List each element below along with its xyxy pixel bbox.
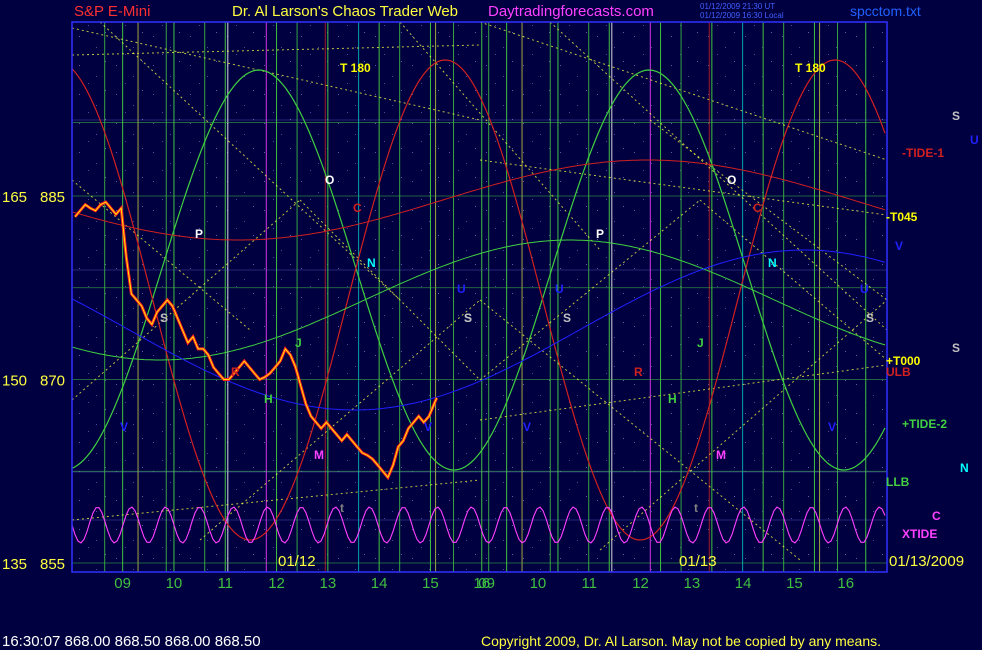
right-label: V — [895, 239, 903, 253]
marker-label: S — [464, 311, 472, 325]
right-labels: SU-TIDE-1-T045VS+T000ULB+TIDE-2NLLBCXTID… — [886, 109, 979, 541]
right-label: -T045 — [886, 210, 918, 224]
marker-label: R — [231, 365, 240, 379]
chart-title: S&P E-Mini — [74, 3, 150, 20]
x-tick: 14 — [371, 575, 388, 592]
right-label: C — [932, 509, 941, 523]
marker-label: S — [160, 311, 168, 325]
marker-label: H — [668, 392, 677, 406]
date-label: 01/13/2009 — [889, 553, 964, 570]
x-tick: 14 — [735, 575, 752, 592]
site-title: Daytradingforecasts.com — [488, 3, 654, 20]
y-label-right: 855 — [40, 556, 65, 573]
right-label: -TIDE-1 — [902, 146, 944, 160]
x-tick: 11 — [217, 575, 233, 592]
marker-label: J — [295, 336, 302, 350]
stamp-local: 01/12/2009 16:30 Local — [700, 11, 784, 20]
marker-label: S — [866, 311, 874, 325]
stamp-ut: 01/12/2009 21:30 UT — [700, 2, 775, 11]
marker-label: U — [555, 282, 564, 296]
x-tick: 11 — [581, 575, 597, 592]
marker-label: T 180 — [795, 61, 826, 75]
right-label: +TIDE-2 — [902, 417, 947, 431]
date-label: 01/13 — [679, 553, 717, 570]
x-tick: 13 — [320, 575, 337, 592]
marker-label: t — [694, 501, 698, 515]
marker-label: P — [596, 227, 604, 241]
date-label: 01/12 — [278, 553, 316, 570]
marker-label: M — [716, 448, 726, 462]
x-tick: 12 — [632, 575, 649, 592]
x-tick: 16 — [837, 575, 854, 592]
marker-label: V — [120, 420, 128, 434]
y-axis: 165 885 150 870 135 855 — [2, 189, 65, 573]
marker-label: V — [424, 420, 432, 434]
x-tick: 12 — [268, 575, 285, 592]
right-label: ULB — [886, 365, 911, 379]
x-tick: 15 — [786, 575, 803, 592]
marker-label: U — [860, 282, 869, 296]
marker-label: H — [264, 392, 273, 406]
quote-readout: 16:30:07 868.00 868.50 868.00 868.50 — [2, 633, 261, 650]
marker-label: C — [753, 201, 762, 215]
center-title: Dr. Al Larson's Chaos Trader Web — [232, 3, 458, 20]
chart-canvas: T 180 T 180 O O C C P P N N S S S S S R R H H M M V V V V U U U J Jt t… — [2, 2, 979, 650]
marker-label: N — [768, 256, 777, 270]
x-tick: 10 — [530, 575, 547, 592]
marker-label: V — [828, 420, 836, 434]
right-label: U — [970, 133, 979, 147]
marker-label: V — [523, 420, 531, 434]
y-label-right: 870 — [40, 373, 65, 390]
marker-label: O — [727, 173, 736, 187]
right-label: S — [952, 341, 960, 355]
copyright: Copyright 2009, Dr. Al Larson. May not b… — [481, 633, 881, 649]
marker-label: M — [314, 448, 324, 462]
y-label-left: 165 — [2, 189, 27, 206]
right-label: S — [952, 109, 960, 123]
marker-label: R — [634, 365, 643, 379]
marker-label: N — [367, 256, 376, 270]
marker-label: t — [340, 501, 344, 515]
marker-label: P — [195, 227, 203, 241]
y-label-left: 135 — [2, 556, 27, 573]
right-label: N — [960, 461, 969, 475]
y-label-right: 885 — [40, 189, 65, 206]
x-tick: 15 — [422, 575, 439, 592]
x-tick: 09 — [478, 575, 495, 592]
marker-label: C — [353, 201, 362, 215]
marker-label: S — [563, 311, 571, 325]
right-label: LLB — [886, 475, 910, 489]
x-tick: 09 — [114, 575, 131, 592]
plot-texture — [72, 22, 887, 572]
x-tick: 10 — [166, 575, 183, 592]
x-axis: 09 10 11 12 13 14 15 1609 10 11 12 13 14 15 16 — [114, 575, 854, 592]
x-tick: 13 — [684, 575, 701, 592]
marker-label: U — [457, 282, 466, 296]
file-name: spcctom.txt — [850, 3, 921, 19]
marker-label: O — [325, 173, 334, 187]
y-label-left: 150 — [2, 373, 27, 390]
right-label: XTIDE — [902, 527, 937, 541]
marker-label: T 180 — [340, 61, 371, 75]
marker-label: J — [697, 336, 704, 350]
